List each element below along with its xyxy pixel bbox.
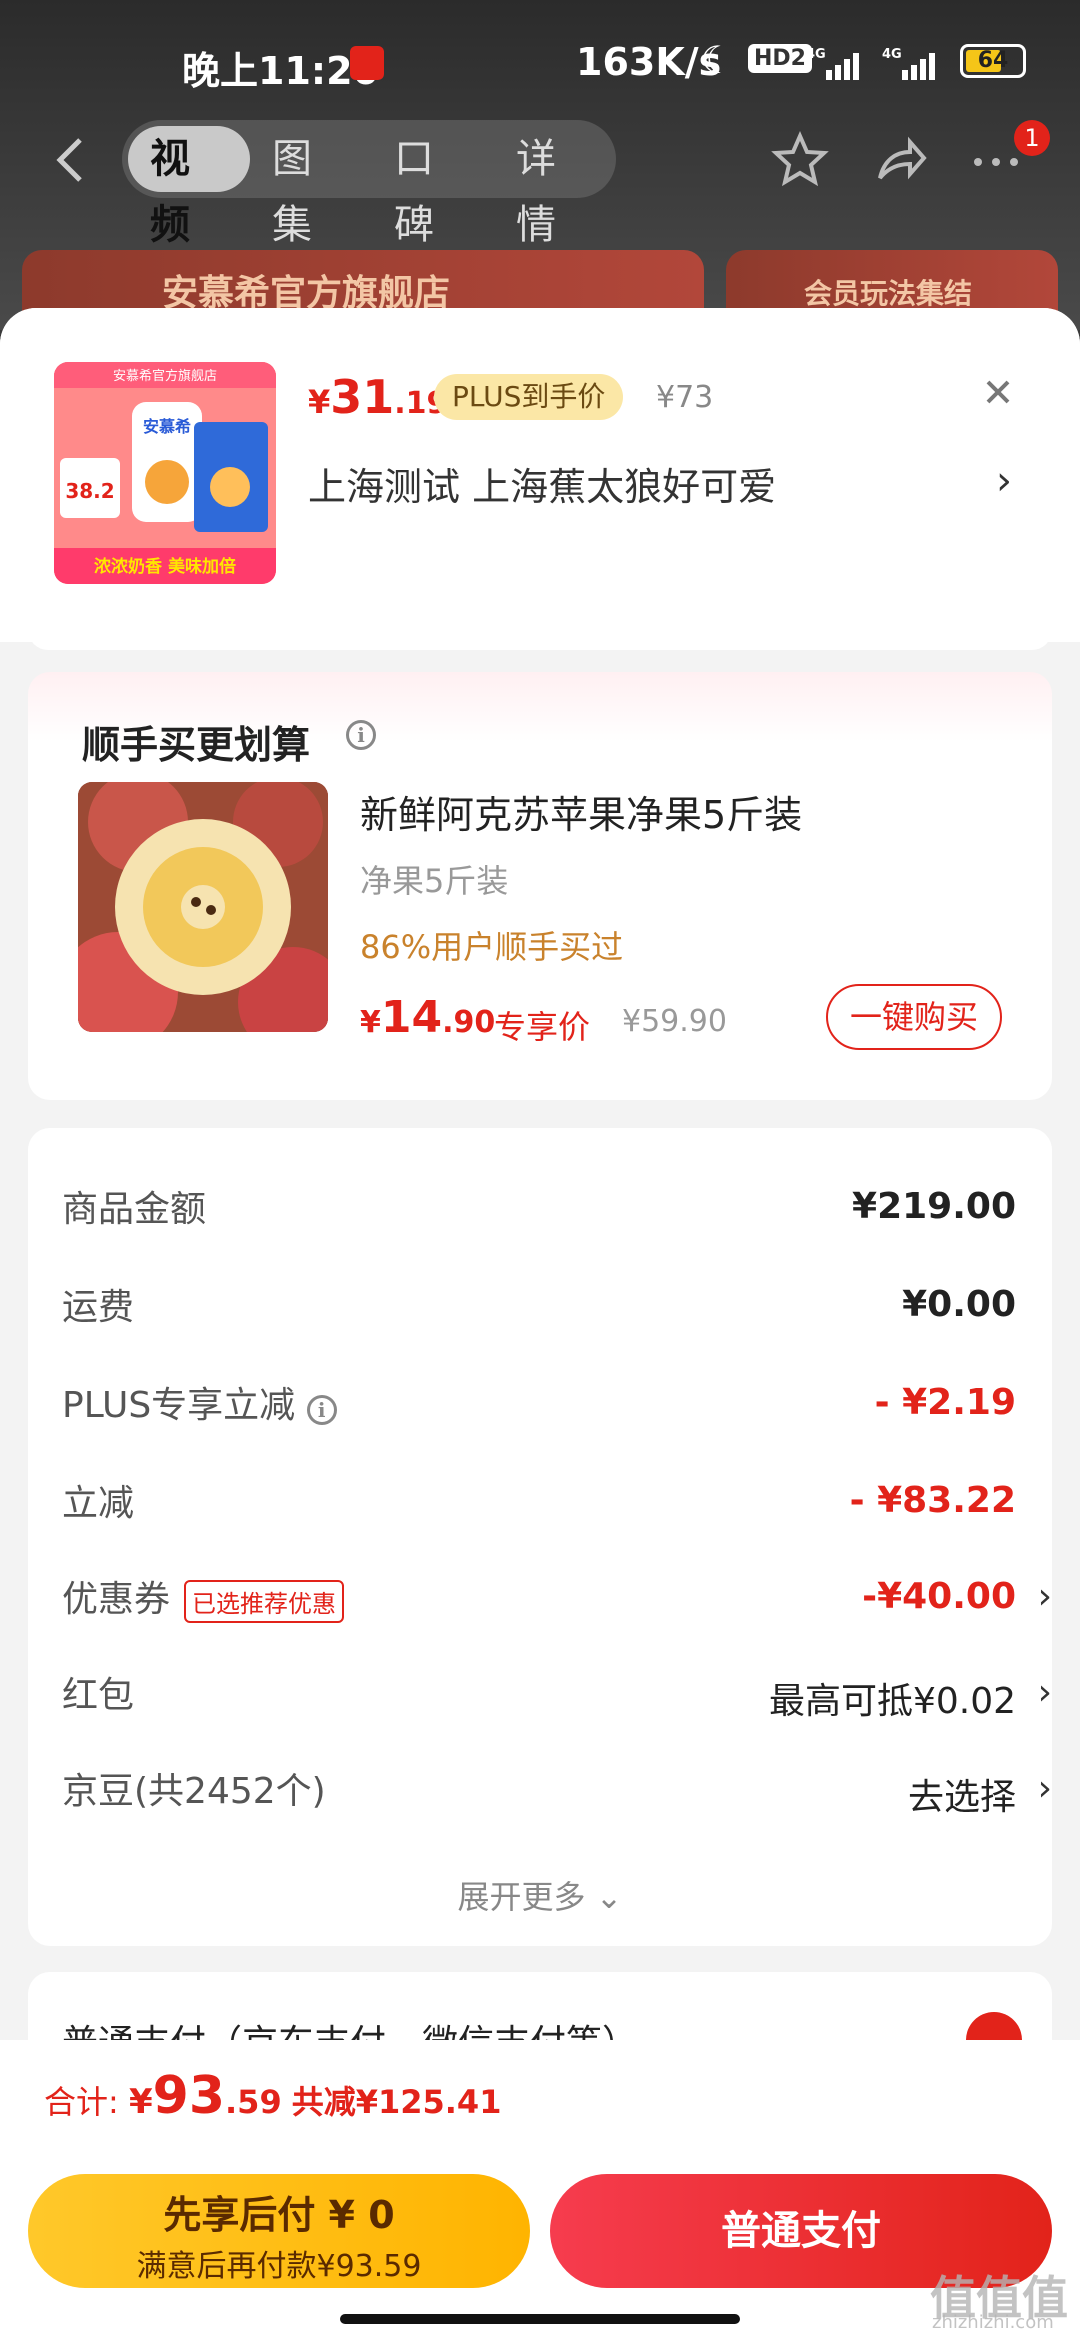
thumb-slogan-text: 浓浓奶香 美味加倍 xyxy=(94,556,236,577)
coupon-selected-tag: 已选推荐优惠 xyxy=(184,1579,345,1623)
product-thumbnail: 安慕希官方旗舰店 安慕希 38.2 浓浓奶香 美味加倍 xyxy=(54,362,276,584)
upsell-card: 顺手买更划算 i 新鲜阿克苏苹果净果5斤装 净果5斤装 86%用户顺手买过 ¥1… xyxy=(28,672,1052,1100)
apple-product-image[interactable] xyxy=(78,782,328,1032)
cost-row-plus-discount: PLUS专享立减 i - ¥2.19 xyxy=(62,1382,1016,1426)
top-nav: 视频 图集 口碑 详情 1 xyxy=(0,120,1080,248)
upsell-title: 顺手买更划算 xyxy=(82,723,311,767)
chevron-right-icon[interactable]: › xyxy=(996,458,1012,504)
total-savings: 共减¥125.41 xyxy=(291,2083,502,2121)
close-icon[interactable] xyxy=(976,370,1020,414)
site-watermark-url: zhizhizhi.com xyxy=(932,2312,1054,2333)
tab-details[interactable]: 详情 xyxy=(494,126,616,248)
battery-percent: 64 xyxy=(977,48,1009,73)
page-background-top: 晚上11:20 163K/s ☾ HD2 4G 4G 64 视频 图集 口碑 详… xyxy=(0,0,1080,330)
media-tabs: 视频 图集 口碑 详情 xyxy=(122,120,616,248)
hd-icon: HD2 xyxy=(748,44,812,73)
share-icon[interactable] xyxy=(870,130,930,190)
chevron-right-icon[interactable]: › xyxy=(1038,1672,1052,1713)
delivery-address[interactable]: 上海测试 上海蕉太狼好可爱 xyxy=(308,456,776,511)
order-total: 合计: ¥93.59 共减¥125.41 xyxy=(44,2066,502,2126)
cost-row-goods: 商品金额 ¥219.00 xyxy=(62,1186,1016,1230)
chevron-right-icon[interactable]: › xyxy=(1038,1576,1052,1617)
header-bottom-strip xyxy=(28,604,1052,650)
member-banner-text: 会员玩法集结 xyxy=(804,277,973,310)
battery-icon: 64 xyxy=(960,44,1026,78)
tab-reviews[interactable]: 口碑 xyxy=(372,126,494,248)
chevron-right-icon[interactable]: › xyxy=(1038,1768,1052,1809)
thumb-shop-text: 安慕希官方旗舰店 xyxy=(113,368,217,384)
info-icon[interactable]: i xyxy=(346,720,376,750)
checkout-bottom-bar: 合计: ¥93.59 共减¥125.41 先享后付 ¥ 0 满意后再付款¥93.5… xyxy=(0,2040,1080,2340)
status-bar: 晚上11:20 163K/s ☾ HD2 4G 4G 64 xyxy=(0,28,1080,98)
signal-4g-icon-2: 4G xyxy=(882,47,935,80)
product-price: ¥31.19 xyxy=(308,370,448,424)
plus-price-tag: PLUS到手价 xyxy=(434,374,624,420)
product-header: 安慕希官方旗舰店 安慕希 38.2 浓浓奶香 美味加倍 ¥31.19 PLUS到… xyxy=(0,308,1080,642)
tab-video[interactable]: 视频 xyxy=(128,126,250,248)
thumb-price-text: 38.2 xyxy=(65,479,114,503)
upsell-product-name[interactable]: 新鲜阿克苏苹果净果5斤装 xyxy=(360,784,802,839)
app-notification-icon xyxy=(350,46,384,80)
one-click-buy-button[interactable]: 一键购买 xyxy=(826,984,1002,1050)
home-indicator[interactable] xyxy=(340,2314,740,2324)
upsell-social-proof: 86%用户顺手买过 xyxy=(360,928,624,966)
cost-breakdown-card: 商品金额 ¥219.00 运费 ¥0.00 PLUS专享立减 i - ¥2.19… xyxy=(28,1128,1052,1946)
cost-row-coupon[interactable]: 优惠券 已选推荐优惠 -¥40.00 › xyxy=(62,1570,1052,1630)
do-not-disturb-icon: ☾ xyxy=(700,38,735,82)
signal-4g-icon-1: 4G xyxy=(806,47,859,80)
svg-text:4G: 4G xyxy=(806,47,826,62)
original-price: ¥73 xyxy=(656,380,714,415)
upsell-original-price: ¥59.90 xyxy=(622,1004,727,1039)
upsell-spec: 净果5斤装 xyxy=(360,862,509,900)
pay-later-button[interactable]: 先享后付 ¥ 0 满意后再付款¥93.59 xyxy=(28,2174,530,2288)
expand-more-button[interactable]: 展开更多 ⌄ xyxy=(28,1872,1052,1918)
upsell-price: ¥14.90 xyxy=(360,992,496,1043)
cost-row-instant-discount: 立减 - ¥83.22 xyxy=(62,1480,1016,1524)
cost-row-red-packet[interactable]: 红包 最高可抵¥0.02 › xyxy=(62,1666,1052,1726)
upsell-price-label: 专享价 xyxy=(494,1008,591,1046)
notification-badge: 1 xyxy=(1014,120,1050,156)
tab-gallery[interactable]: 图集 xyxy=(250,126,372,248)
cost-row-shipping: 运费 ¥0.00 xyxy=(62,1284,1016,1328)
checkout-sheet: 安慕希官方旗舰店 安慕希 38.2 浓浓奶香 美味加倍 ¥31.19 PLUS到… xyxy=(0,308,1080,2340)
svg-text:4G: 4G xyxy=(882,47,902,62)
star-favorite-icon[interactable] xyxy=(770,130,830,190)
info-icon[interactable]: i xyxy=(306,1395,337,1425)
cost-row-jd-beans[interactable]: 京豆(共2452个) 去选择 › xyxy=(62,1762,1052,1822)
thumb-brand-text: 安慕希 xyxy=(143,417,191,436)
back-arrow-icon[interactable] xyxy=(48,132,98,188)
